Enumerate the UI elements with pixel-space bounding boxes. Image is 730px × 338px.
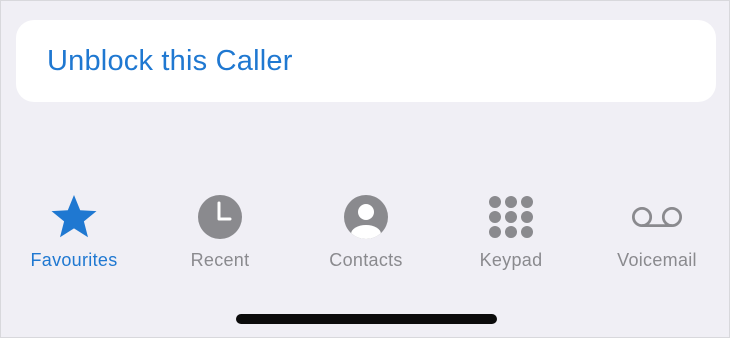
person-circle-icon bbox=[340, 191, 392, 243]
tab-keypad-label: Keypad bbox=[479, 250, 543, 270]
tab-favourites-label: Favourites bbox=[30, 250, 118, 270]
tab-voicemail-label: Voicemail bbox=[617, 250, 697, 270]
phone-screen: Unblock this Caller Favourites Recent Co… bbox=[0, 0, 730, 338]
tab-recent-label: Recent bbox=[190, 250, 250, 270]
tab-bar: Favourites Recent Contacts Keypad Voicem… bbox=[1, 191, 730, 281]
tab-recent[interactable]: Recent bbox=[160, 191, 280, 271]
unblock-caller-button[interactable]: Unblock this Caller bbox=[47, 45, 293, 78]
clock-icon bbox=[194, 191, 246, 243]
tab-voicemail[interactable]: Voicemail bbox=[597, 191, 717, 271]
star-icon bbox=[48, 191, 100, 243]
unblock-card: Unblock this Caller bbox=[16, 20, 716, 102]
tab-keypad[interactable]: Keypad bbox=[451, 191, 571, 271]
voicemail-icon bbox=[631, 191, 683, 243]
keypad-icon bbox=[485, 191, 537, 243]
tab-contacts[interactable]: Contacts bbox=[306, 191, 426, 271]
home-indicator[interactable] bbox=[236, 314, 497, 324]
tab-contacts-label: Contacts bbox=[329, 250, 403, 270]
tab-favourites[interactable]: Favourites bbox=[14, 191, 134, 271]
